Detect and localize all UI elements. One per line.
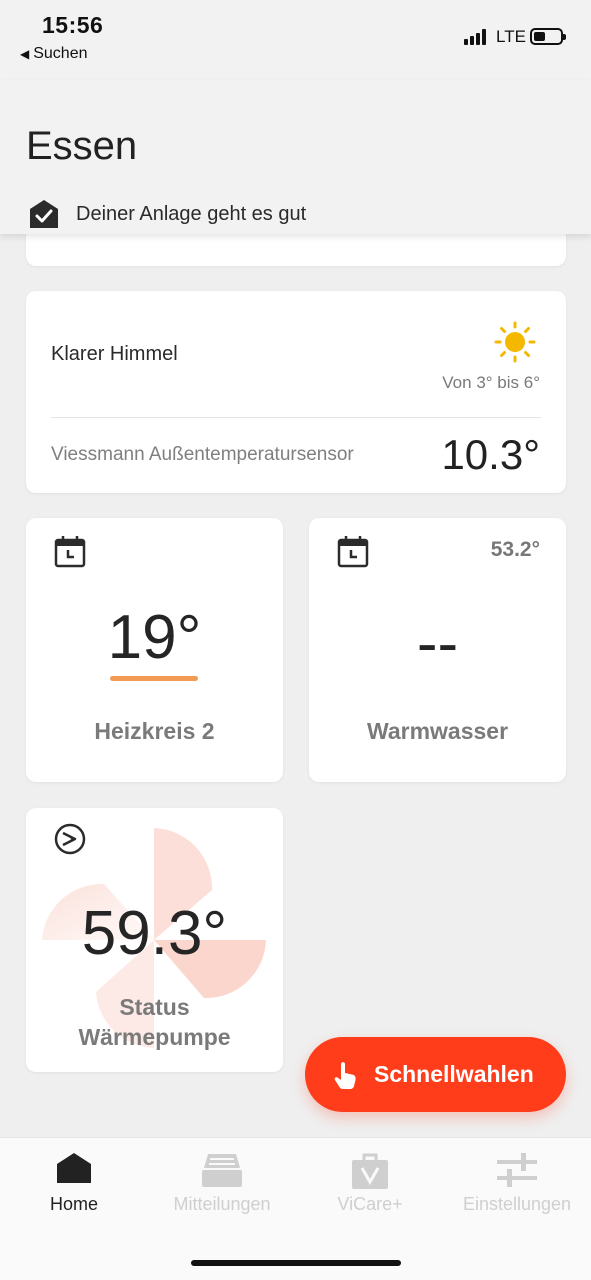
warmwasser-value: -- [416, 609, 459, 678]
heatpump-temperature: 59.3° [81, 899, 228, 968]
battery-icon [530, 28, 566, 45]
house-check-icon [30, 200, 58, 228]
schnellwahlen-label: Schnellwahlen [374, 1061, 534, 1087]
warmwasser-label: Warmwasser [366, 718, 509, 744]
calendar-clock-icon [54, 536, 86, 568]
back-triangle-icon: ◀ [20, 47, 30, 61]
warmwasser-tile[interactable]: 53.2° -- Warmwasser [309, 518, 566, 782]
page-title: Essen [26, 124, 138, 168]
tab-mitteilungen[interactable]: Mitteilungen [148, 1138, 296, 1228]
health-text: Deiner Anlage geht es gut [76, 202, 307, 225]
status-time: 15:56 [42, 12, 104, 38]
tab-vicare-plus-label: ViCare+ [337, 1194, 403, 1214]
home-icon [57, 1153, 91, 1183]
tab-einstellungen-label: Einstellungen [462, 1194, 572, 1214]
tap-hand-icon [334, 1061, 356, 1089]
schnellwahlen-button[interactable]: Schnellwahlen [305, 1037, 566, 1112]
inbox-icon [202, 1154, 242, 1187]
tab-vicare-plus[interactable]: ViCare+ [296, 1138, 444, 1228]
divider [51, 417, 541, 418]
sliders-icon [497, 1153, 537, 1187]
back-to-search[interactable]: ◀ Suchen [20, 45, 88, 63]
warmwasser-current-temp: 53.2° [490, 538, 540, 561]
bag-icon [352, 1153, 388, 1189]
tab-bar: Home Mitteilungen ViCare+ Einstellungen [0, 1137, 591, 1280]
network-label: LTE [496, 27, 526, 46]
tab-home[interactable]: Home [0, 1138, 148, 1228]
weather-condition: Klarer Himmel [51, 343, 178, 365]
tab-home-label: Home [49, 1194, 98, 1214]
heizkreis-tile[interactable]: 19° Heizkreis 2 [26, 518, 283, 782]
heatpump-icon [54, 823, 86, 855]
calendar-clock-icon [337, 536, 369, 568]
sun-icon [494, 321, 536, 363]
heizkreis-temperature: 19° [107, 603, 202, 672]
sensor-label: Viessmann Außentemperatursensor [51, 444, 354, 465]
heatpump-tile[interactable]: 59.3° Status Wärmepumpe [26, 808, 283, 1072]
heatpump-label-line2: Wärmepumpe [78, 1024, 231, 1050]
tab-einstellungen[interactable]: Einstellungen [443, 1138, 591, 1228]
heatpump-label-line1: Status [119, 994, 190, 1020]
status-bar: 15:56 ◀ Suchen LTE [0, 0, 591, 80]
system-health[interactable]: Deiner Anlage geht es gut [28, 198, 306, 230]
outside-temperature: 10.3° [441, 431, 540, 478]
home-indicator[interactable] [191, 1260, 401, 1266]
heizkreis-label: Heizkreis 2 [94, 718, 215, 744]
tab-mitteilungen-label: Mitteilungen [173, 1194, 271, 1214]
back-label: Suchen [33, 45, 88, 62]
signal-icon [464, 29, 488, 45]
weather-range: Von 3° bis 6° [442, 373, 540, 392]
page-header: Essen Deiner Anlage geht es gut [0, 80, 591, 234]
setpoint-indicator [110, 676, 198, 681]
weather-card[interactable]: Klarer Himmel Von 3° bis 6° Viessmann Au… [26, 291, 566, 493]
